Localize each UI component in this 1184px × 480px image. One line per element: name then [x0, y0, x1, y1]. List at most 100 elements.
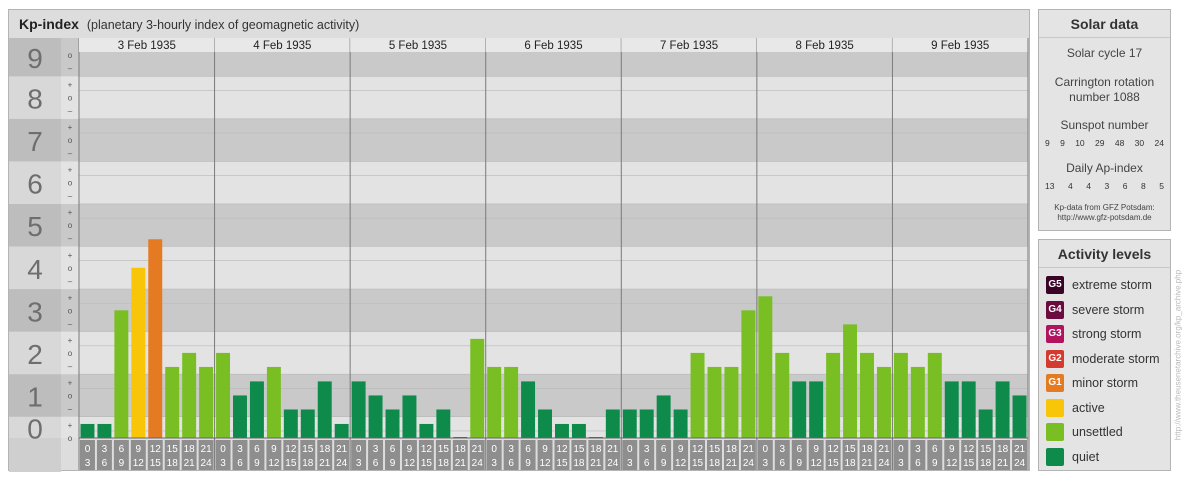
- interval-start-label: 21: [1014, 444, 1026, 455]
- side-note-text[interactable]: http://www.theusenetarchive.org/kp_archi…: [1174, 270, 1183, 440]
- y-tick-label: 3: [27, 296, 43, 327]
- legend-swatch: G3: [1046, 325, 1064, 344]
- interval-end-label: 9: [119, 458, 125, 469]
- sunspot-values: 9 9 10 29 48 30 24: [1039, 137, 1170, 149]
- sunspot-value: 24: [1154, 138, 1164, 148]
- kp-bar: [622, 409, 637, 438]
- interval-end-label: 15: [421, 458, 433, 469]
- interval-start-label: 21: [201, 444, 213, 455]
- minor-tick-label: +: [68, 81, 73, 90]
- kp-bar: [978, 409, 993, 438]
- legend-item-active: active: [1046, 396, 1170, 421]
- kp-bar: [995, 381, 1010, 438]
- kp-bar: [1012, 395, 1027, 438]
- interval-start-label: 0: [85, 444, 91, 455]
- interval-start-label: 0: [220, 444, 226, 455]
- carrington-line2: number 1088: [1069, 90, 1140, 104]
- legend-label: moderate storm: [1072, 351, 1160, 366]
- interval-end-label: 3: [85, 458, 91, 469]
- day-label: 4 Feb 1935: [253, 40, 311, 52]
- kp-bar: [504, 366, 519, 438]
- interval-start-label: 12: [285, 444, 297, 455]
- interval-end-label: 15: [285, 458, 297, 469]
- kp-bar: [775, 352, 790, 438]
- kp-bar: [436, 409, 451, 438]
- interval-start-label: 9: [542, 444, 548, 455]
- kp-bar: [741, 310, 756, 438]
- interval-start-label: 18: [184, 444, 196, 455]
- kp-bar: [487, 366, 502, 438]
- kp-plot: 0123456789o+o+–o+–o+–o+–o+–o+–o+–o+–o–3 …: [9, 38, 1029, 472]
- day-label: 6 Feb 1935: [524, 40, 582, 52]
- interval-start-label: 21: [743, 444, 755, 455]
- minor-tick-label: –: [68, 277, 73, 286]
- day-label: 3 Feb 1935: [118, 40, 176, 52]
- interval-start-label: 3: [779, 444, 785, 455]
- y-tick-label: 2: [27, 339, 43, 370]
- kp-bar: [571, 423, 586, 438]
- interval-start-label: 21: [472, 444, 484, 455]
- kp-bar: [402, 395, 417, 438]
- interval-end-label: 9: [661, 458, 667, 469]
- credit-link[interactable]: http://www.gfz-potsdam.de: [1039, 213, 1170, 223]
- kp-bar: [470, 338, 485, 438]
- interval-start-label: 15: [167, 444, 179, 455]
- interval-end-label: 3: [627, 458, 633, 469]
- minor-tick-label: –: [68, 64, 73, 73]
- interval-start-label: 6: [119, 444, 125, 455]
- sunspot-value: 48: [1114, 138, 1125, 148]
- solar-cycle: Solar cycle 17: [1066, 46, 1143, 60]
- legend-swatch: G5: [1046, 276, 1064, 295]
- interval-end-label: 3: [356, 458, 362, 469]
- kp-bar: [555, 423, 569, 438]
- interval-start-label: 3: [508, 444, 514, 455]
- kp-bar: [97, 423, 112, 438]
- interval-start-label: 18: [997, 444, 1009, 455]
- interval-end-label: 18: [573, 458, 585, 469]
- legend-item-strong-storm: G3 strong storm: [1046, 322, 1170, 347]
- interval-end-label: 24: [878, 458, 890, 469]
- kp-bar: [351, 381, 366, 438]
- interval-end-label: 18: [302, 458, 314, 469]
- legend-label: active: [1072, 400, 1105, 415]
- interval-end-label: 3: [220, 458, 226, 469]
- y-tick-label: 1: [27, 381, 43, 412]
- y-tick-label: 6: [27, 169, 43, 200]
- minor-tick-label: +: [68, 336, 73, 345]
- interval-end-label: 12: [268, 458, 280, 469]
- kp-bar: [233, 395, 247, 438]
- sunspot-value: 9: [1045, 138, 1050, 148]
- minor-tick-label: –: [68, 362, 73, 371]
- kp-bar: [182, 352, 197, 438]
- interval-start-label: 15: [438, 444, 450, 455]
- interval-start-label: 9: [813, 444, 819, 455]
- y-tick-label: 4: [27, 254, 43, 285]
- kp-bar: [656, 395, 671, 438]
- plot-band: [61, 246, 1028, 290]
- interval-start-label: 3: [915, 444, 921, 455]
- interval-start-label: 3: [237, 444, 243, 455]
- plot-band: [61, 289, 1028, 332]
- interval-end-label: 15: [963, 458, 975, 469]
- sunspot-value: 30: [1134, 138, 1145, 148]
- interval-start-label: 12: [556, 444, 568, 455]
- solar-data-title: Solar data: [1039, 10, 1170, 38]
- minor-tick-label: o: [68, 434, 73, 443]
- kp-chart-panel: Kp-index (planetary 3-hourly index of ge…: [8, 9, 1030, 472]
- carrington-line1: Carrington rotation: [1054, 75, 1155, 89]
- minor-tick-label: +: [68, 123, 73, 132]
- interval-start-label: 9: [407, 444, 413, 455]
- kp-bar: [334, 423, 349, 438]
- kp-bar: [249, 381, 264, 438]
- interval-end-label: 24: [472, 458, 484, 469]
- interval-end-label: 6: [237, 458, 243, 469]
- kp-bar: [758, 296, 773, 438]
- minor-tick-label: +: [68, 166, 73, 175]
- minor-tick-label: +: [68, 208, 73, 217]
- interval-start-label: 9: [949, 444, 955, 455]
- interval-start-label: 0: [898, 444, 904, 455]
- interval-end-label: 15: [150, 458, 162, 469]
- credit-line1: Kp-data from GFZ Potsdam:: [1054, 203, 1155, 212]
- interval-start-label: 21: [878, 444, 890, 455]
- interval-end-label: 6: [644, 458, 650, 469]
